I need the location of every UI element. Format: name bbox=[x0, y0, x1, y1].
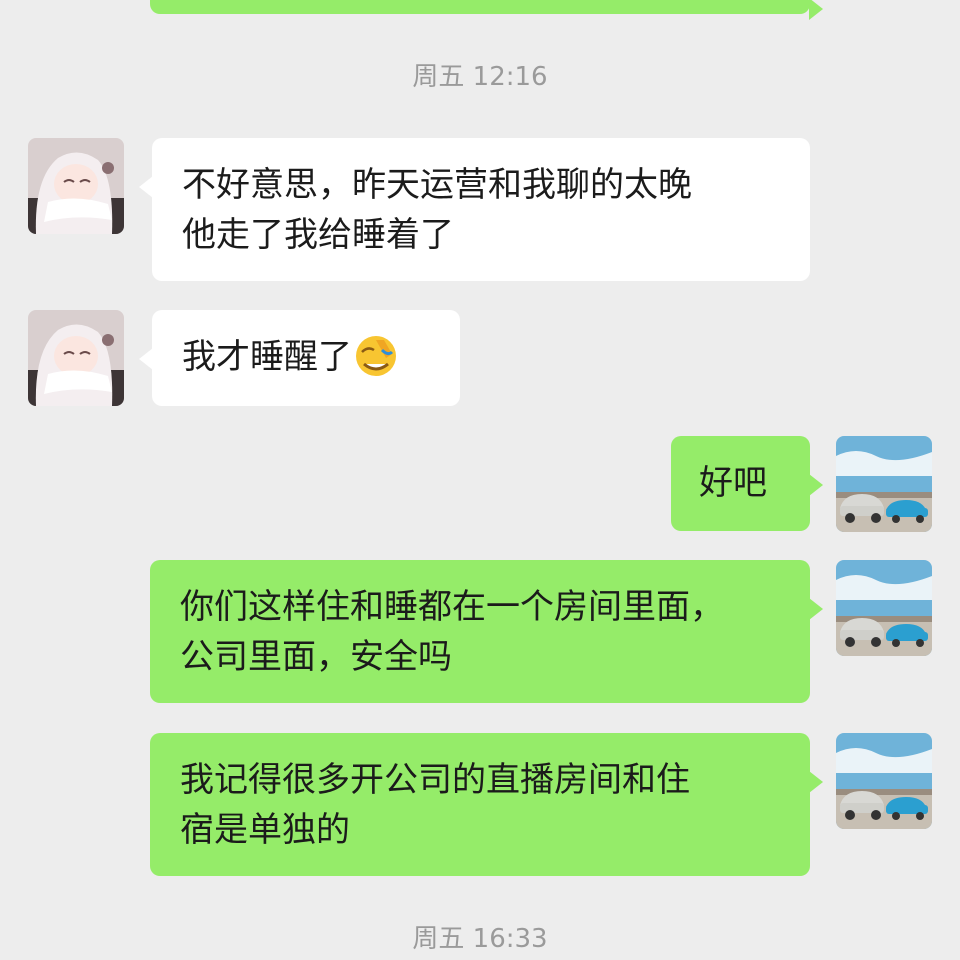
anime-girl-avatar-icon bbox=[28, 138, 124, 234]
message-text: 我才睡醒了 bbox=[182, 337, 352, 377]
message-line: 公司里面，安全吗 bbox=[180, 637, 452, 677]
message-bubble-incoming[interactable]: 我才睡醒了 bbox=[139, 310, 460, 406]
message-bubble-partial[interactable] bbox=[150, 0, 823, 20]
message-line: 他走了我给睡着了 bbox=[182, 215, 454, 255]
my-avatar[interactable] bbox=[836, 733, 932, 829]
my-avatar[interactable] bbox=[836, 560, 932, 656]
contact-avatar[interactable] bbox=[28, 138, 124, 234]
facepalm-emoji-icon bbox=[356, 335, 396, 376]
message-bubble-outgoing[interactable]: 我记得很多开公司的直播房间和住 宿是单独的 bbox=[150, 733, 823, 876]
timestamp: 周五 16:33 bbox=[412, 924, 548, 954]
message-line: 好吧 bbox=[699, 463, 767, 503]
message-line: 宿是单独的 bbox=[180, 810, 350, 850]
message-line-with-emoji: 我才睡醒了 bbox=[182, 332, 430, 382]
cars-avatar-icon bbox=[836, 560, 932, 656]
message-line: 你们这样住和睡都在一个房间里面， bbox=[180, 587, 724, 627]
chat-window: 周五 12:16 不好意思，昨天运营和我聊的太晚 他走了我给睡着了 我才睡醒了 … bbox=[0, 0, 960, 960]
message-line: 不好意思，昨天运营和我聊的太晚 bbox=[182, 165, 692, 205]
message-line: 我记得很多开公司的直播房间和住 bbox=[180, 760, 690, 800]
cars-avatar-icon bbox=[836, 733, 932, 829]
anime-girl-avatar-icon bbox=[28, 310, 124, 406]
message-bubble-incoming[interactable]: 不好意思，昨天运营和我聊的太晚 他走了我给睡着了 bbox=[139, 138, 810, 281]
cars-avatar-icon bbox=[836, 436, 932, 532]
my-avatar[interactable] bbox=[836, 436, 932, 532]
timestamp: 周五 12:16 bbox=[412, 62, 548, 92]
message-bubble-outgoing[interactable]: 好吧 bbox=[671, 436, 823, 531]
message-bubble-outgoing[interactable]: 你们这样住和睡都在一个房间里面， 公司里面，安全吗 bbox=[150, 560, 823, 703]
contact-avatar[interactable] bbox=[28, 310, 124, 406]
